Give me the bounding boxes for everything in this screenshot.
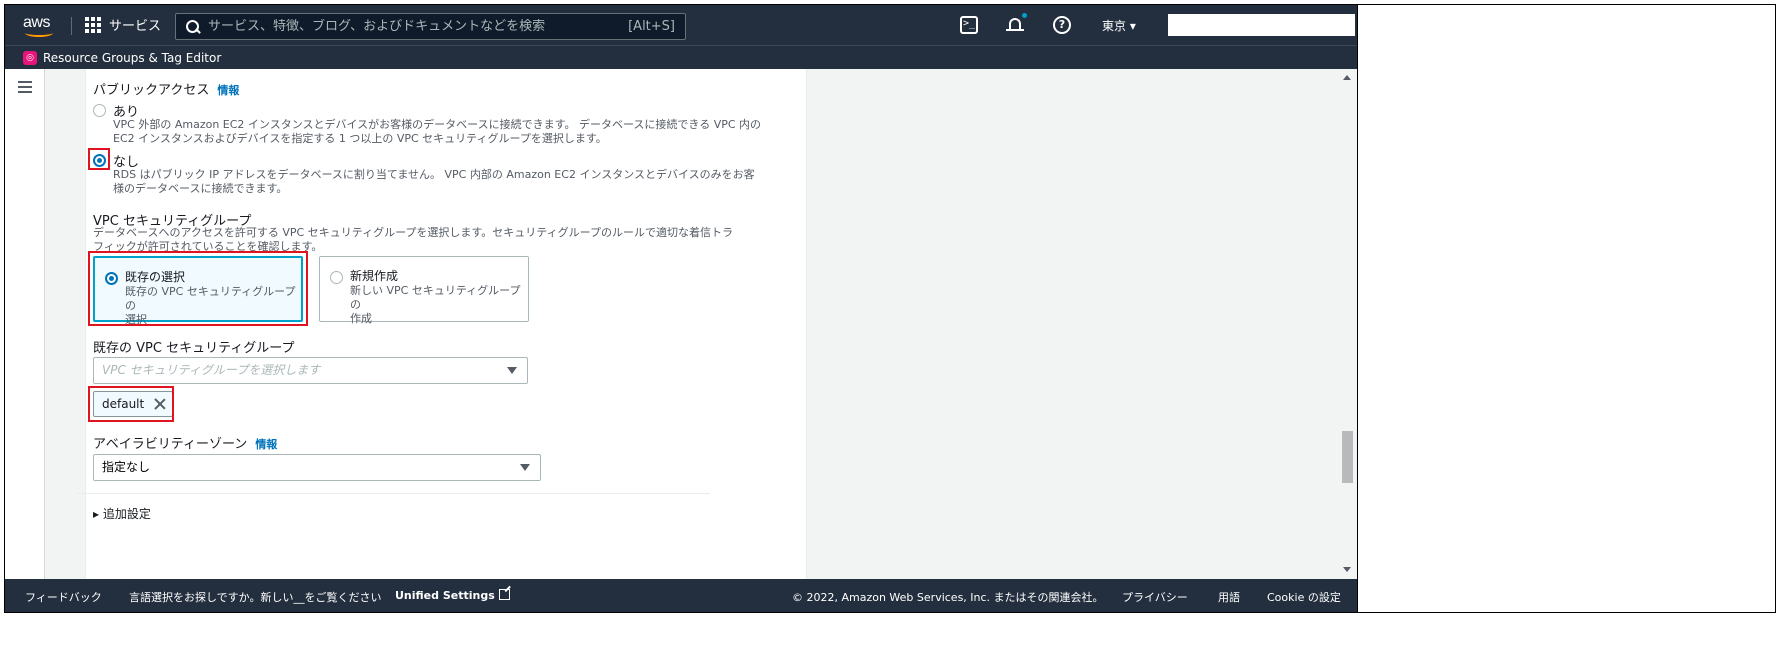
desc-line: フィックが許可されていることを確認します。 [93, 240, 323, 253]
public-access-yes-description: VPC 外部の Amazon EC2 インスタンスとデバイスがお客様のデータベー… [113, 118, 761, 146]
nav-divider [71, 17, 72, 35]
language-prompt-text: 言語選択をお探しですか。新しい__をご覧ください [129, 591, 382, 604]
blank-area [1357, 5, 1775, 612]
account-menu[interactable] [1168, 14, 1355, 36]
sg-token-default: default [93, 391, 174, 417]
aws-console-window: aws サービス [Alt+S] >_ ? 東京 ▾ [5, 5, 1357, 612]
top-navigation: aws サービス [Alt+S] >_ ? 東京 ▾ [5, 5, 1357, 45]
console-footer: フィードバック 言語選択をお探しですか。新しい__をご覧ください Unified… [5, 579, 1357, 612]
search-box[interactable]: [Alt+S] [175, 13, 686, 40]
hamburger-menu-icon[interactable] [18, 81, 32, 93]
public-access-yes-radio[interactable] [93, 104, 106, 117]
desc-line: RDS はパブリック IP アドレスをデータベースに割り当てません。 VPC 内… [113, 168, 755, 181]
screenshot-frame: aws サービス [Alt+S] >_ ? 東京 ▾ [4, 4, 1776, 613]
public-access-info-link[interactable]: 情報 [217, 84, 239, 97]
services-label: サービス [109, 19, 162, 34]
search-input[interactable] [208, 19, 629, 34]
notifications-bell-icon[interactable] [1006, 13, 1027, 34]
scrollbar-thumb[interactable] [1342, 431, 1353, 483]
az-select[interactable]: 指定なし [93, 454, 541, 481]
desc-line: EC2 インスタンスおよびデバイスを指定する 1 つ以上の VPC セキュリティ… [113, 132, 607, 145]
services-menu-button[interactable]: サービス [85, 15, 161, 34]
create-new-radio[interactable] [330, 271, 343, 284]
privacy-link[interactable]: プライバシー [1122, 589, 1188, 605]
public-access-no-radio[interactable] [93, 154, 106, 167]
create-new-desc: 新しい VPC セキュリティグループの 作成 [350, 284, 522, 326]
cookie-settings-link[interactable]: Cookie の設定 [1267, 589, 1341, 605]
az-selected-value: 指定なし [102, 460, 151, 474]
existing-sg-placeholder: VPC セキュリティグループを選択します [102, 363, 321, 377]
section-divider [77, 493, 710, 494]
tile-choose-existing[interactable]: 既存の選択 既存の VPC セキュリティグループの 選択 [93, 256, 303, 326]
resource-groups-icon: ◎ [23, 50, 37, 65]
unified-settings-link[interactable]: Unified Settings [395, 589, 510, 602]
additional-settings-toggle[interactable]: ▸ 追加設定 [93, 505, 151, 522]
desc-line: 選択 [125, 313, 147, 326]
choose-existing-radio[interactable] [105, 272, 118, 285]
choose-existing-desc: 既存の VPC セキュリティグループの 選択 [125, 285, 297, 327]
public-access-label: パブリックアクセス [93, 83, 210, 98]
notification-dot [1022, 13, 1027, 18]
desc-line: データベースへのアクセスを許可する VPC セキュリティグループを選択します。セ… [93, 226, 733, 239]
search-icon [186, 19, 200, 34]
scroll-down-arrow-icon[interactable] [1343, 567, 1351, 572]
unified-settings-label: Unified Settings [395, 589, 495, 602]
aws-smile-icon [25, 29, 53, 37]
create-new-title: 新規作成 [350, 269, 399, 283]
existing-sg-select[interactable]: VPC セキュリティグループを選択します [93, 357, 528, 384]
feedback-link[interactable]: フィードバック [25, 589, 102, 605]
help-icon[interactable]: ? [1053, 16, 1071, 34]
desc-line: 新しい VPC セキュリティグループの [350, 284, 521, 311]
public-access-no-description: RDS はパブリック IP アドレスをデータベースに割り当てません。 VPC 内… [113, 168, 755, 196]
tile-create-new[interactable]: 新規作成 新しい VPC セキュリティグループの 作成 [319, 256, 529, 325]
choose-existing-title: 既存の選択 [125, 270, 186, 284]
scrollbar-track[interactable] [1338, 69, 1357, 579]
region-selector[interactable]: 東京 ▾ [1102, 17, 1136, 34]
search-shortcut-hint: [Alt+S] [628, 19, 675, 34]
sg-token-label: default [102, 397, 145, 411]
az-label: アベイラビリティーゾーン [93, 437, 248, 452]
favorites-bar: ◎ Resource Groups & Tag Editor [5, 45, 1357, 69]
external-link-icon [498, 589, 510, 600]
grid-icon [85, 16, 101, 33]
caret-down-icon [520, 464, 530, 471]
favorite-resource-groups-link[interactable]: Resource Groups & Tag Editor [43, 51, 221, 65]
vpc-sg-description: データベースへのアクセスを許可する VPC セキュリティグループを選択します。セ… [93, 226, 733, 254]
copyright-text: © 2022, Amazon Web Services, Inc. またはその関… [792, 591, 1104, 604]
side-navigation-rail [5, 69, 45, 579]
az-heading: アベイラビリティーゾーン 情報 [93, 433, 277, 452]
existing-sg-heading: 既存の VPC セキュリティグループ [93, 341, 295, 356]
scroll-up-arrow-icon[interactable] [1343, 75, 1351, 80]
cloudshell-icon[interactable]: >_ [960, 16, 978, 34]
public-access-heading: パブリックアクセス 情報 [93, 79, 239, 98]
caret-down-icon [507, 367, 517, 374]
main-content: パブリックアクセス 情報 あり VPC 外部の Amazon EC2 インスタンス… [45, 69, 1357, 579]
desc-line: 様のデータベースに接続できます。 [113, 182, 288, 195]
desc-line: 作成 [350, 312, 372, 325]
desc-line: VPC 外部の Amazon EC2 インスタンスとデバイスがお客様のデータベー… [113, 118, 762, 131]
desc-line: 既存の VPC セキュリティグループの [125, 285, 296, 312]
aws-logo[interactable]: aws [23, 12, 59, 38]
terms-link[interactable]: 用語 [1218, 589, 1240, 605]
remove-token-icon[interactable] [154, 398, 166, 410]
az-info-link[interactable]: 情報 [255, 438, 277, 451]
